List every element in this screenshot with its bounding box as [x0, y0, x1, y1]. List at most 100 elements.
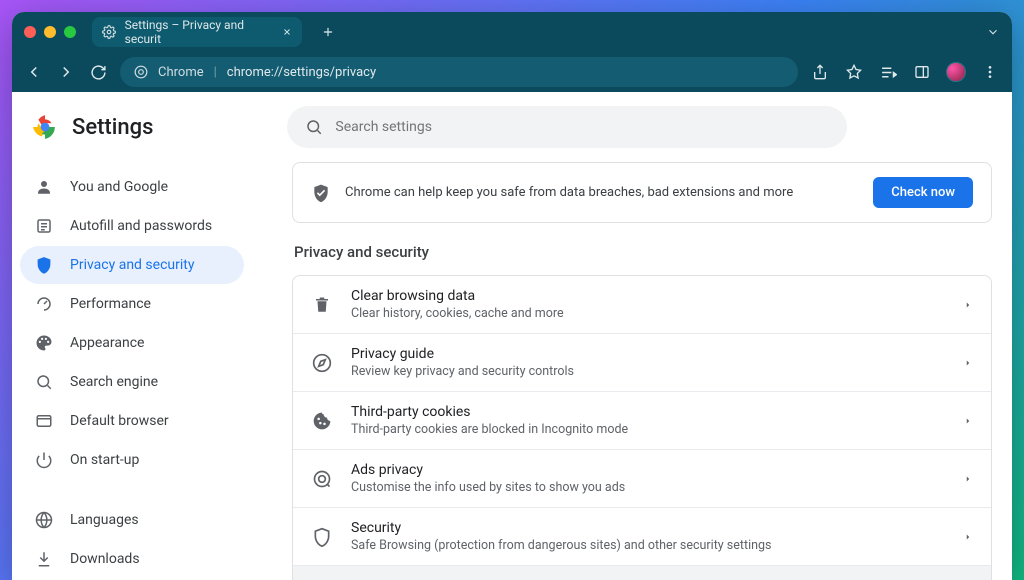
shield-check-icon — [311, 183, 331, 203]
person-icon — [34, 177, 54, 197]
omnibox-url: chrome://settings/privacy — [227, 65, 376, 80]
close-window-button[interactable] — [24, 26, 36, 38]
chevron-down-icon[interactable] — [986, 25, 1000, 39]
row-subtitle: Third-party cookies are blocked in Incog… — [351, 422, 945, 437]
row-title: Ads privacy — [351, 462, 945, 478]
globe-icon — [34, 510, 54, 530]
minimize-window-button[interactable] — [44, 26, 56, 38]
row-text: Ads privacy Customise the info used by si… — [351, 462, 945, 495]
toolbar: Chrome | chrome://settings/privacy — [12, 52, 1012, 92]
row-text: Third-party cookies Third-party cookies a… — [351, 404, 945, 437]
browser-tab[interactable]: Settings – Privacy and securit — [92, 17, 302, 47]
row-text: Clear browsing data Clear history, cookie… — [351, 288, 945, 321]
gear-icon — [102, 24, 117, 40]
chevron-right-icon — [963, 358, 973, 368]
menu-icon[interactable] — [980, 62, 1000, 82]
sidebar-item-default-browser[interactable]: Default browser — [20, 402, 244, 440]
cookie-icon — [311, 410, 333, 432]
back-button[interactable] — [24, 62, 44, 82]
search-input[interactable] — [335, 119, 829, 135]
row-text: SecuritySafe Browsing (protection from d… — [351, 520, 945, 553]
panel-icon[interactable] — [912, 62, 932, 82]
sidebar-item-privacy[interactable]: Privacy and security — [20, 246, 244, 284]
search-icon — [305, 118, 323, 136]
safety-banner: Chrome can help keep you safe from data … — [292, 162, 992, 223]
maximize-window-button[interactable] — [64, 26, 76, 38]
sidebar-item-you-and-google[interactable]: You and Google — [20, 168, 244, 206]
setting-row-clear-browsing[interactable]: Clear browsing data Clear history, cookie… — [293, 276, 991, 333]
row-title: Security — [351, 520, 945, 536]
chevron-right-icon — [963, 532, 973, 542]
setting-row-privacy-guide[interactable]: Privacy guide Review key privacy and secu… — [293, 333, 991, 391]
sidebar-item-label: Performance — [70, 296, 151, 312]
palette-icon — [34, 333, 54, 353]
section-title: Privacy and security — [294, 243, 992, 261]
sidebar-item-label: On start-up — [70, 452, 139, 468]
row-title: Third-party cookies — [351, 404, 945, 420]
setting-row-security[interactable]: SecuritySafe Browsing (protection from d… — [293, 507, 991, 565]
banner-text: Chrome can help keep you safe from data … — [345, 185, 859, 200]
sidebar-item-label: Downloads — [70, 551, 140, 567]
sidebar-item-languages[interactable]: Languages — [20, 501, 244, 539]
row-subtitle: Review key privacy and security controls — [351, 364, 945, 379]
row-text: Privacy guide Review key privacy and secu… — [351, 346, 945, 379]
sidebar-item-label: Privacy and security — [70, 257, 194, 273]
reload-button[interactable] — [88, 62, 108, 82]
main-panel: Chrome can help keep you safe from data … — [252, 162, 1012, 580]
sidebar-item-appearance[interactable]: Appearance — [20, 324, 244, 362]
chrome-logo-icon — [32, 114, 58, 140]
row-subtitle: Customise the info used by sites to show… — [351, 480, 945, 495]
power-icon — [34, 450, 54, 470]
settings-search[interactable] — [287, 106, 847, 148]
sidebar-item-label: Appearance — [70, 335, 144, 351]
autofill-icon — [34, 216, 54, 236]
gauge-icon — [34, 294, 54, 314]
browser-icon — [34, 411, 54, 431]
row-subtitle: Clear history, cookies, cache and more — [351, 306, 945, 321]
forward-button[interactable] — [56, 62, 76, 82]
shield-outline-icon — [311, 526, 333, 548]
chevron-right-icon — [963, 300, 973, 310]
sidebar-item-autofill[interactable]: Autofill and passwords — [20, 207, 244, 245]
tab-title: Settings – Privacy and securit — [125, 18, 270, 46]
setting-row-site-settings[interactable]: Site settingsControls what information s… — [293, 565, 991, 580]
playlist-icon[interactable] — [878, 62, 898, 82]
page-title: Settings — [72, 115, 153, 140]
omnibox-separator: | — [214, 65, 217, 80]
sidebar-item-label: Search engine — [70, 374, 158, 390]
download-icon — [34, 549, 54, 569]
omnibox-lead: Chrome — [158, 65, 204, 80]
sidebar-item-search-engine[interactable]: Search engine — [20, 363, 244, 401]
traffic-lights — [24, 26, 76, 38]
sidebar: You and Google Autofill and passwords Priv… — [12, 162, 252, 580]
profile-avatar[interactable] — [946, 62, 966, 82]
ads-icon — [311, 468, 333, 490]
bookmark-icon[interactable] — [844, 62, 864, 82]
page-content: Settings You and Google Autofill and pass… — [12, 92, 1012, 580]
check-now-button[interactable]: Check now — [873, 177, 973, 208]
sidebar-item-downloads[interactable]: Downloads — [20, 540, 244, 578]
chevron-right-icon — [963, 416, 973, 426]
shield-icon — [34, 255, 54, 275]
sidebar-item-label: You and Google — [70, 179, 168, 195]
setting-row-ads-privacy[interactable]: Ads privacy Customise the info used by si… — [293, 449, 991, 507]
trash-icon — [311, 294, 333, 316]
row-title: Privacy guide — [351, 346, 945, 362]
close-tab-icon[interactable] — [282, 27, 292, 37]
sidebar-item-label: Languages — [70, 512, 139, 528]
sidebar-item-label: Default browser — [70, 413, 169, 429]
row-title: Clear browsing data — [351, 288, 945, 304]
share-icon[interactable] — [810, 62, 830, 82]
sidebar-item-label: Autofill and passwords — [70, 218, 212, 234]
compass-icon — [311, 352, 333, 374]
sidebar-item-performance[interactable]: Performance — [20, 285, 244, 323]
settings-card: Clear browsing data Clear history, cookie… — [292, 275, 992, 580]
search-icon — [34, 372, 54, 392]
setting-row-third-party-cookies[interactable]: Third-party cookies Third-party cookies a… — [293, 391, 991, 449]
new-tab-button[interactable] — [318, 22, 338, 42]
titlebar: Settings – Privacy and securit — [12, 12, 1012, 52]
chevron-right-icon — [963, 474, 973, 484]
sidebar-item-on-startup[interactable]: On start-up — [20, 441, 244, 479]
chrome-icon — [134, 65, 148, 79]
address-bar[interactable]: Chrome | chrome://settings/privacy — [120, 57, 798, 87]
